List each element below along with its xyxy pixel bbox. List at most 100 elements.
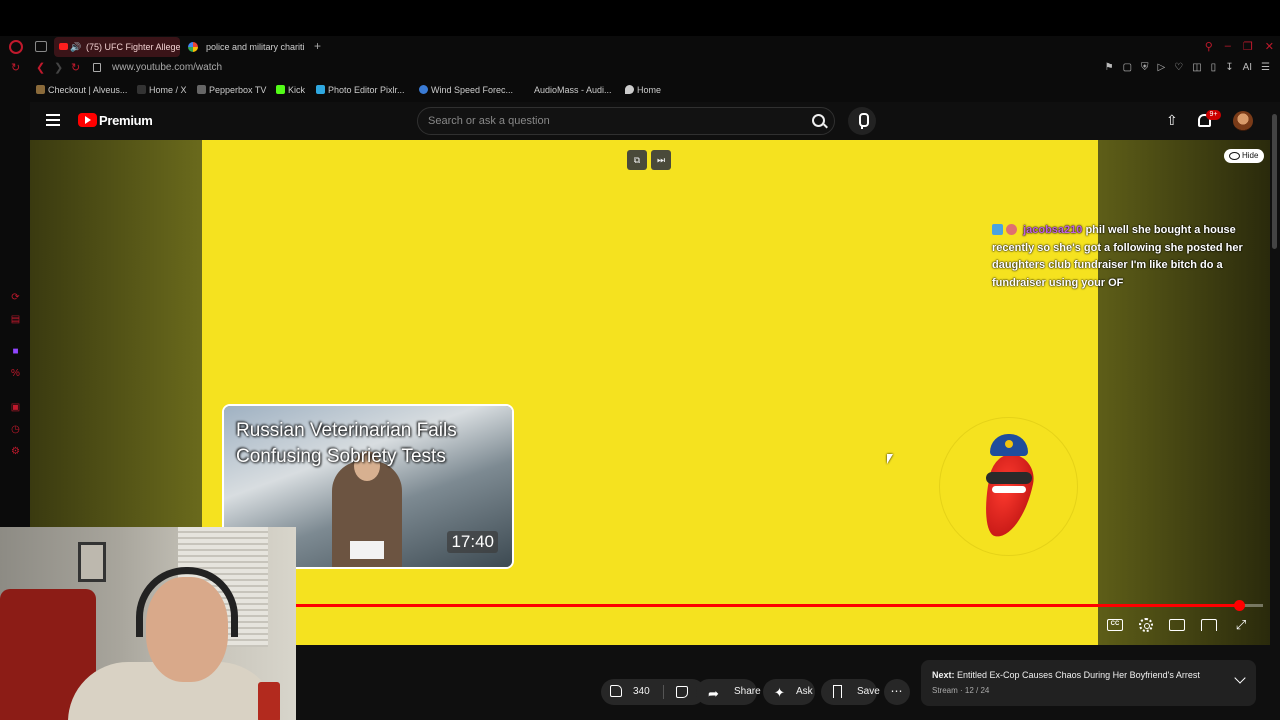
avatar[interactable]	[1233, 111, 1253, 131]
menu-icon[interactable]: ☰	[1261, 62, 1270, 73]
clock-icon[interactable]: ◷	[10, 424, 21, 435]
hamburger-menu-icon[interactable]	[46, 114, 60, 126]
reload-icon[interactable]: ↻	[71, 61, 80, 74]
settings-gear-icon[interactable]	[1139, 618, 1153, 632]
share-label: Share	[734, 686, 761, 697]
lock-icon[interactable]	[93, 63, 101, 72]
chevron-down-icon[interactable]	[1234, 672, 1246, 684]
police-hat-icon	[990, 434, 1028, 456]
player-blur-right	[1098, 140, 1270, 645]
tab-islands-icon[interactable]	[35, 41, 47, 52]
youtube-header: Premium ⇧ 9+	[30, 102, 1270, 140]
sparkle-icon: ✦	[774, 685, 785, 700]
search-box	[417, 107, 835, 135]
scrollbar-thumb[interactable]	[1272, 114, 1277, 249]
cast-icon[interactable]	[1201, 619, 1217, 631]
thumbnail-person	[332, 451, 402, 567]
twitch-icon[interactable]: ■	[10, 346, 21, 357]
miniplayer-icon[interactable]	[1169, 619, 1185, 631]
fullscreen-icon[interactable]: ⤢	[1233, 617, 1249, 633]
history-icon[interactable]: ⟳	[10, 292, 21, 303]
bookmark-item[interactable]: Checkout | Alveus...	[36, 85, 127, 95]
popout-icon[interactable]: ⧉	[627, 150, 647, 170]
tab-google[interactable]: police and military charitie	[184, 37, 304, 57]
youtube-logo-icon[interactable]	[78, 113, 97, 127]
share-button[interactable]: ➦ Share	[696, 679, 761, 705]
search-input[interactable]	[428, 113, 798, 129]
ask-button[interactable]: ✦ Ask	[763, 679, 815, 705]
percent-icon[interactable]: %	[10, 368, 21, 379]
pin-icon[interactable]: ⚑	[1105, 62, 1114, 73]
browser-tab-bar: 🔊 (75) UFC Fighter Allege police and mil…	[0, 36, 1280, 58]
settings-icon[interactable]: ⚙	[10, 446, 21, 457]
search-icon[interactable]	[804, 108, 834, 134]
thumbnail-duration: 17:40	[447, 531, 498, 553]
like-button[interactable]: 340	[601, 679, 659, 705]
pinboard-icon[interactable]: ▣	[10, 402, 21, 413]
photo-icon	[316, 85, 325, 94]
youtube-favicon-icon	[59, 43, 68, 50]
next-up-subtitle: Stream · 12 / 24	[932, 686, 990, 695]
bookmark-item[interactable]: Photo Editor Pixlr...	[316, 85, 405, 95]
thumbs-down-icon	[676, 686, 688, 698]
mustache-icon	[992, 486, 1026, 493]
next-up-panel[interactable]: Next: Entitled Ex-Cop Causes Chaos Durin…	[921, 660, 1256, 706]
new-tab-plus-icon[interactable]: +	[311, 40, 324, 53]
google-favicon-icon	[188, 42, 198, 52]
chat-message: jacobsa210 phil well she bought a house …	[992, 222, 1267, 292]
pepper-mascot-logo	[939, 417, 1078, 556]
thumbs-up-icon	[610, 685, 622, 697]
hide-button[interactable]: Hide	[1224, 149, 1265, 163]
progress-bar[interactable]	[295, 600, 1263, 611]
thumbnail-title: Russian Veterinarian Fails Confusing Sob…	[236, 420, 457, 467]
youtube-brand[interactable]: Premium	[99, 113, 153, 128]
search-tabs-icon[interactable]: ⚲	[1205, 40, 1213, 53]
minimize-icon[interactable]: –	[1225, 40, 1231, 53]
video-actions-area: 340 ➦ Share ✦ Ask Save ⋯ Next: Entitled …	[296, 645, 1270, 720]
wallet-icon[interactable]: ▯	[1211, 62, 1217, 73]
save-button[interactable]: Save	[821, 679, 880, 705]
extensions-icon[interactable]: ◫	[1192, 62, 1201, 73]
chat-badge-icon	[992, 224, 1003, 235]
more-actions-button[interactable]: ⋯	[884, 679, 910, 705]
snapshot-icon[interactable]: ▢	[1123, 62, 1132, 73]
chat-badge-icon	[1006, 224, 1017, 235]
bookmark-item[interactable]: Wind Speed Forec...	[419, 85, 513, 95]
upload-icon[interactable]: ⇧	[1166, 113, 1180, 129]
reload-sidebar-icon[interactable]: ↻	[11, 61, 20, 74]
window-controls: ⚲ – ❐ ✕	[1205, 40, 1274, 53]
shield-icon[interactable]: ⛨	[1141, 62, 1149, 73]
back-icon[interactable]: ❮	[36, 61, 45, 74]
microphone-icon[interactable]	[848, 107, 876, 135]
tab-youtube-label: (75) UFC Fighter Allege	[86, 42, 180, 52]
progress-scrubber[interactable]	[1234, 600, 1245, 611]
close-icon[interactable]: ✕	[1265, 40, 1274, 53]
url-field[interactable]: www.youtube.com/watch	[112, 62, 222, 73]
play-icon[interactable]: ▷	[1158, 62, 1166, 73]
opera-logo-icon[interactable]	[9, 40, 23, 54]
notification-badge: 9+	[1206, 110, 1221, 120]
bookmark-item[interactable]: Kick	[276, 85, 305, 95]
aria-icon[interactable]: AI	[1243, 62, 1252, 73]
skip-icon[interactable]: ⏭	[651, 150, 671, 170]
toolbar-icons: ⚑ ▢ ⛨ ▷ ♡ ◫ ▯ ↧ AI ☰	[1105, 62, 1270, 73]
bookmark-item[interactable]: Pepperbox TV	[197, 85, 266, 95]
bag-icon[interactable]: ▤	[10, 314, 21, 325]
wind-icon	[419, 85, 428, 94]
divider	[663, 685, 664, 699]
page-scrollbar[interactable]	[1270, 102, 1280, 720]
bookmark-item[interactable]: AudioMass - Audi...	[534, 85, 612, 95]
heart-icon[interactable]: ♡	[1174, 62, 1183, 73]
maximize-icon[interactable]: ❐	[1243, 40, 1253, 53]
chat-username: jacobsa210	[1023, 224, 1083, 236]
captions-icon[interactable]: CC	[1107, 619, 1123, 631]
mouse-cursor-icon	[887, 454, 893, 464]
download-icon[interactable]: ↧	[1225, 62, 1233, 73]
tab-youtube[interactable]: 🔊 (75) UFC Fighter Allege	[54, 37, 180, 57]
speaker-icon[interactable]: 🔊	[70, 37, 81, 57]
player-controls: CC ⤢	[1107, 617, 1249, 633]
bookmark-item[interactable]: Home / X	[137, 85, 187, 95]
forward-icon[interactable]: ❯	[54, 61, 63, 74]
bookmark-item[interactable]: Home	[625, 85, 661, 95]
webcam-cup	[258, 682, 280, 720]
